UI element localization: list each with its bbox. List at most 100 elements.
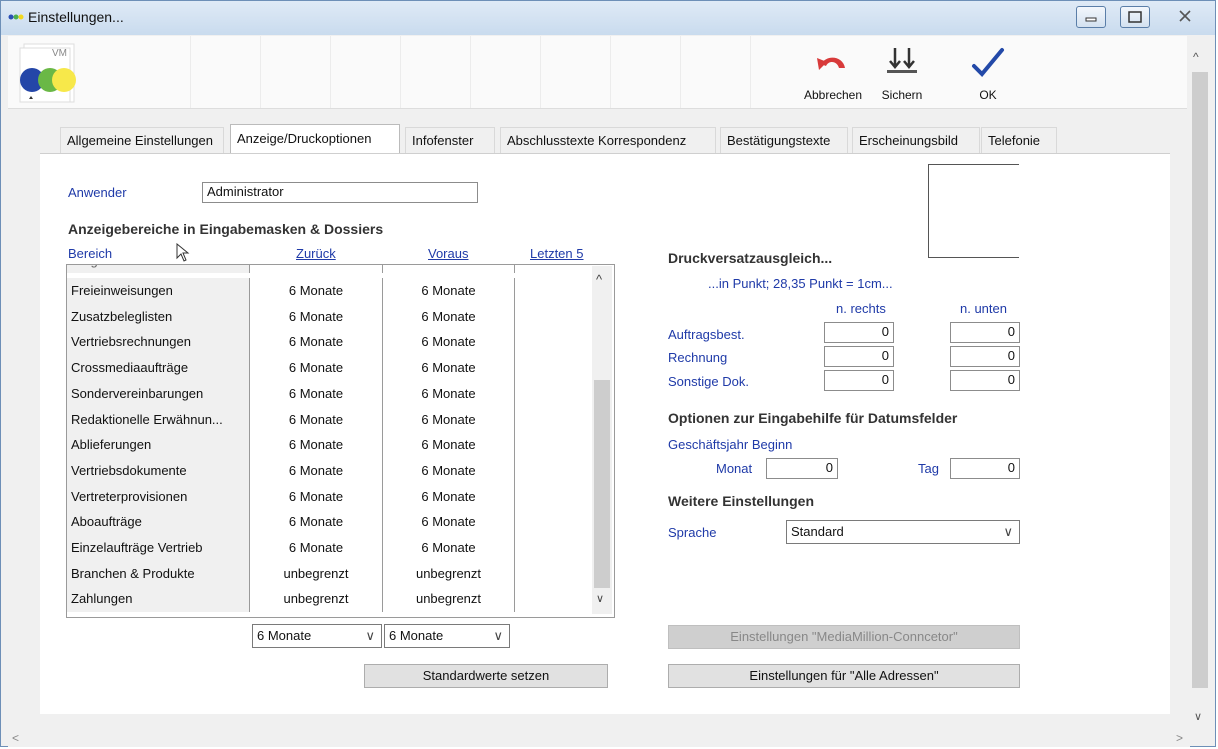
scroll-right-icon[interactable]: > xyxy=(1176,731,1183,745)
back-value[interactable]: unbegrenzt xyxy=(250,560,383,587)
table-row[interactable]: Einzelaufträge Vertrieb 6 Monate 6 Monate xyxy=(67,535,594,561)
order-conf-down-field[interactable]: 0 xyxy=(950,322,1020,343)
last5-value[interactable] xyxy=(515,304,594,330)
last5-value[interactable] xyxy=(515,484,594,510)
col-area-header[interactable]: Bereich xyxy=(68,246,112,261)
tab-confirmation-texts[interactable]: Bestätigungstexte xyxy=(720,127,848,153)
ahead-value[interactable]: 6 Monate xyxy=(383,432,515,459)
col-ahead-header[interactable]: Voraus xyxy=(428,246,468,261)
back-value[interactable]: 6 Monate xyxy=(250,483,383,510)
set-defaults-button[interactable]: Standardwerte setzen xyxy=(364,664,608,688)
tab-infowindow[interactable]: Infofenster xyxy=(405,127,495,153)
ok-button[interactable]: OK xyxy=(956,42,1020,104)
ahead-value[interactable]: 6 Monate xyxy=(383,406,515,433)
user-field[interactable]: Administrator xyxy=(202,182,478,203)
back-value[interactable]: 6 Monate xyxy=(250,303,383,330)
last5-value[interactable] xyxy=(515,458,594,484)
col-down-label: n. unten xyxy=(960,301,1007,316)
ahead-value[interactable]: 6 Monate xyxy=(383,303,515,330)
table-row[interactable]: Crossmediaaufträge 6 Monate 6 Monate xyxy=(67,355,594,382)
back-value[interactable]: 6 Monate xyxy=(250,329,383,356)
table-row[interactable]: Branchen & Produkte unbegrenzt unbegrenzt xyxy=(67,560,594,587)
col-last5-header[interactable]: Letzten 5 xyxy=(530,246,584,261)
scroll-up-icon[interactable]: ^ xyxy=(1193,50,1199,64)
scroll-left-icon[interactable]: < xyxy=(12,731,19,745)
area-name: Zusatzbeleglisten xyxy=(67,303,250,330)
order-conf-right-field[interactable]: 0 xyxy=(824,322,894,343)
back-value[interactable]: 6 Monate xyxy=(250,380,383,407)
ahead-value[interactable]: unbegrenzt xyxy=(383,560,515,587)
back-value[interactable]: 6 Monate xyxy=(250,278,383,304)
back-value[interactable]: 6 Monate xyxy=(250,457,383,484)
last5-value[interactable] xyxy=(515,381,594,407)
all-addresses-settings-button[interactable]: Einstellungen für "Alle Adressen" xyxy=(668,664,1020,688)
app-logo: VM xyxy=(16,42,76,104)
table-row[interactable]: Aufgaben 6 Monate 6 Monate xyxy=(67,265,594,273)
ahead-value[interactable]: 6 Monate xyxy=(383,329,515,356)
grid-scrollbar-thumb[interactable] xyxy=(594,380,610,588)
table-row[interactable]: Ablieferungen 6 Monate 6 Monate xyxy=(67,432,594,459)
table-row[interactable]: Zahlungen unbegrenzt unbegrenzt xyxy=(67,586,594,613)
tab-general[interactable]: Allgemeine Einstellungen xyxy=(60,127,224,153)
table-row[interactable]: Vertreterprovisionen 6 Monate 6 Monate xyxy=(67,483,594,510)
ahead-select[interactable]: 6 Monate ∨ xyxy=(384,624,510,648)
ahead-value[interactable]: 6 Monate xyxy=(383,457,515,484)
back-value[interactable]: 6 Monate xyxy=(250,406,383,433)
last5-value[interactable] xyxy=(515,329,594,355)
month-label: Monat xyxy=(716,461,753,476)
maximize-button[interactable] xyxy=(1120,6,1150,28)
minimize-button[interactable] xyxy=(1076,6,1106,28)
ahead-value[interactable]: unbegrenzt xyxy=(383,586,515,613)
horizontal-scrollbar[interactable] xyxy=(8,730,1190,747)
table-row[interactable]: Vertriebsrechnungen 6 Monate 6 Monate xyxy=(67,329,594,356)
last5-value[interactable] xyxy=(515,586,594,612)
scroll-down-icon[interactable]: ∨ xyxy=(1194,710,1202,723)
areas-grid[interactable]: Aufgaben 6 Monate 6 Monate Freieinweisun… xyxy=(66,264,615,618)
last5-value[interactable] xyxy=(515,509,594,535)
tab-closing-texts[interactable]: Abschlusstexte Korrespondenz xyxy=(500,127,716,153)
close-button[interactable] xyxy=(1170,6,1200,28)
ahead-value[interactable]: 6 Monate xyxy=(383,509,515,536)
ahead-value[interactable]: 6 Monate xyxy=(383,535,515,561)
invoice-down-field[interactable]: 0 xyxy=(950,346,1020,367)
back-select[interactable]: 6 Monate ∨ xyxy=(252,624,382,648)
back-value[interactable]: 6 Monate xyxy=(250,355,383,382)
window-scrollbar-thumb[interactable] xyxy=(1192,72,1208,688)
table-row[interactable]: Zusatzbeleglisten 6 Monate 6 Monate xyxy=(67,303,594,330)
last5-value[interactable] xyxy=(515,432,594,458)
last5-value[interactable] xyxy=(515,355,594,381)
cancel-button[interactable]: Abbrechen xyxy=(796,42,870,104)
mediamillion-settings-button[interactable]: Einstellungen "MediaMillion-Conncetor" xyxy=(668,625,1020,649)
back-value[interactable]: 6 Monate xyxy=(250,509,383,536)
day-field[interactable]: 0 xyxy=(950,458,1020,479)
save-button[interactable]: Sichern xyxy=(870,42,934,104)
other-docs-down-field[interactable]: 0 xyxy=(950,370,1020,391)
ahead-value[interactable]: 6 Monate xyxy=(383,380,515,407)
back-value[interactable]: unbegrenzt xyxy=(250,586,383,613)
table-row[interactable]: Sondervereinbarungen 6 Monate 6 Monate xyxy=(67,380,594,407)
month-field[interactable]: 0 xyxy=(766,458,838,479)
tab-appearance[interactable]: Erscheinungsbild xyxy=(852,127,980,153)
grid-scroll-up-icon[interactable]: ^ xyxy=(596,272,602,287)
tab-display-print[interactable]: Anzeige/Druckoptionen xyxy=(230,124,400,154)
invoice-right-field[interactable]: 0 xyxy=(824,346,894,367)
last5-value[interactable] xyxy=(515,535,594,561)
ahead-value[interactable]: 6 Monate xyxy=(383,355,515,382)
table-row[interactable]: Vertriebsdokumente 6 Monate 6 Monate xyxy=(67,457,594,484)
ahead-value[interactable]: 6 Monate xyxy=(383,278,515,304)
last5-value[interactable] xyxy=(515,561,594,587)
tab-telephony[interactable]: Telefonie xyxy=(981,127,1057,153)
other-docs-right-field[interactable]: 0 xyxy=(824,370,894,391)
back-value[interactable]: 6 Monate xyxy=(250,535,383,561)
order-conf-label: Auftragsbest. xyxy=(668,327,745,342)
table-row[interactable]: Aboaufträge 6 Monate 6 Monate xyxy=(67,509,594,536)
grid-scroll-down-icon[interactable]: ∨ xyxy=(596,592,604,605)
table-row[interactable]: Freieinweisungen 6 Monate 6 Monate xyxy=(67,278,594,304)
ahead-value[interactable]: 6 Monate xyxy=(383,483,515,510)
col-back-header[interactable]: Zurück xyxy=(296,246,336,261)
last5-value[interactable] xyxy=(515,278,594,304)
language-select[interactable]: Standard ∨ xyxy=(786,520,1020,544)
table-row[interactable]: Redaktionelle Erwähnun... 6 Monate 6 Monat… xyxy=(67,406,594,433)
back-value[interactable]: 6 Monate xyxy=(250,432,383,459)
last5-value[interactable] xyxy=(515,407,594,433)
